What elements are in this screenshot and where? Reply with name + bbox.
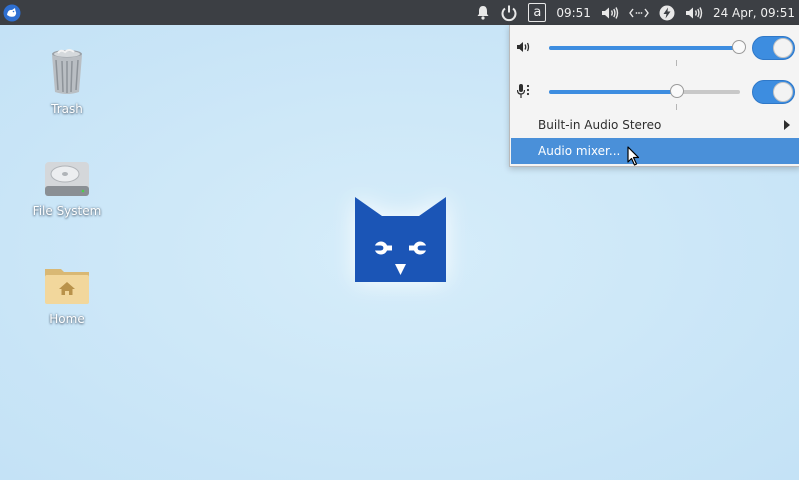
output-volume-row [510, 35, 799, 71]
keyboard-layout-indicator: a [528, 3, 547, 22]
top-panel: a 09:51 24 Apr, 09:51 [0, 0, 799, 25]
network-icon [629, 8, 649, 17]
power-icon [501, 5, 517, 21]
power-button[interactable] [500, 0, 518, 25]
input-mute-toggle[interactable] [752, 80, 795, 104]
desktop-icon-trash[interactable]: Trash [22, 48, 112, 116]
keyboard-layout-button[interactable]: a [528, 0, 547, 25]
slider-tick [676, 104, 677, 110]
desktop-icon-label: File System [32, 204, 102, 218]
input-volume-fill [549, 90, 677, 94]
desktop-icon-file-system[interactable]: File System [22, 160, 112, 218]
audio-device-menu-item[interactable]: Built-in Audio Stereo [511, 112, 799, 138]
bell-icon [477, 6, 489, 20]
time-button[interactable]: 09:51 [556, 0, 591, 25]
audio-device-label: Built-in Audio Stereo [538, 118, 662, 132]
hard-drive-icon [45, 162, 89, 196]
speaker-icon [685, 6, 703, 19]
trash-icon [52, 49, 82, 94]
input-volume-row [510, 79, 799, 115]
notifications-button[interactable] [476, 0, 490, 25]
audio-mixer-label: Audio mixer... [538, 144, 621, 158]
volume-button[interactable] [601, 0, 619, 25]
xfce-mouse-icon [3, 4, 21, 21]
output-mute-toggle[interactable] [752, 36, 795, 60]
lightning-icon [659, 5, 675, 20]
input-volume-slider[interactable] [549, 84, 740, 110]
time-short: 09:51 [556, 5, 591, 20]
desktop-icon-label: Home [49, 312, 85, 326]
output-volume-fill [549, 46, 740, 50]
slider-tick [676, 60, 677, 66]
applications-menu-button[interactable] [0, 1, 24, 25]
speaker-icon [517, 42, 530, 52]
home-folder-icon [45, 269, 89, 304]
chevron-right-icon [784, 120, 790, 130]
network-button[interactable] [629, 0, 649, 25]
mouse-cursor-icon [627, 146, 640, 166]
audio-mixer-menu-item[interactable]: Audio mixer... [511, 138, 799, 164]
desktop-icon-label: Trash [51, 102, 83, 116]
speaker-icon [601, 6, 619, 19]
cat-logo-icon [355, 197, 446, 282]
output-volume-slider[interactable] [549, 40, 746, 66]
xfce-logo [354, 196, 447, 284]
microphone-icon [517, 84, 530, 98]
desktop-icon-home[interactable]: Home [22, 264, 112, 326]
audio-popup-menu: Built-in Audio Stereo Audio mixer... [509, 25, 799, 167]
volume-button-2[interactable] [685, 0, 703, 25]
datetime-button[interactable]: 24 Apr, 09:51 [713, 0, 795, 25]
input-volume-knob[interactable] [670, 84, 684, 98]
datetime-label: 24 Apr, 09:51 [712, 5, 795, 20]
toggle-knob [773, 82, 793, 102]
output-volume-knob[interactable] [732, 40, 746, 54]
power-manager-button[interactable] [659, 0, 675, 25]
toggle-knob [773, 38, 793, 58]
